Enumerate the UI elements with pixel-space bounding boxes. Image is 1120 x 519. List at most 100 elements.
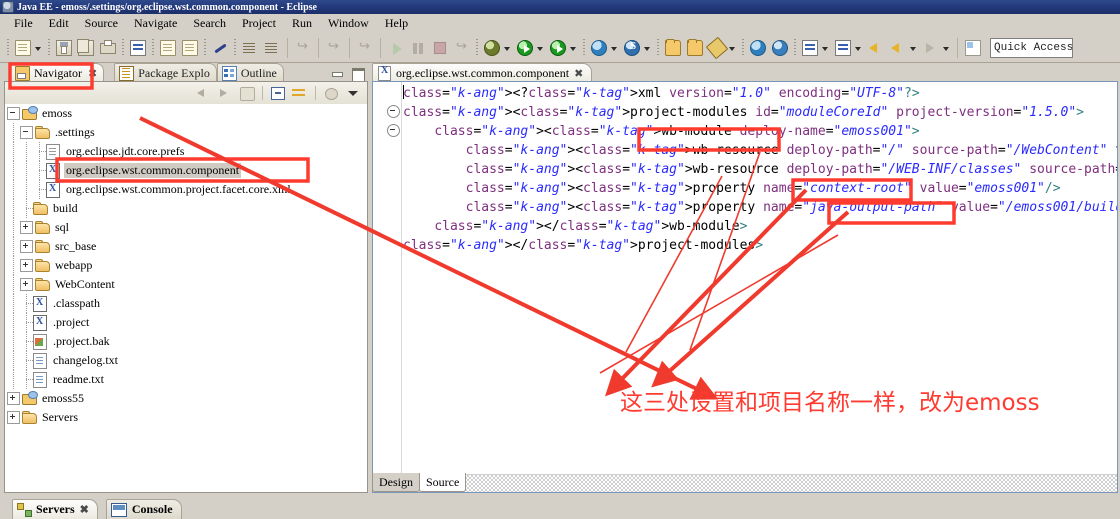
maximize-icon[interactable]	[350, 67, 365, 82]
scroll-track[interactable]	[407, 475, 1117, 492]
skip-breakpoints-icon[interactable]	[210, 38, 230, 58]
menu-item-edit[interactable]: Edit	[41, 15, 77, 32]
toolbar-drag-handle-3[interactable]	[122, 39, 124, 57]
new-server-dropdown-icon[interactable]	[643, 38, 652, 58]
tree-item-org-eclipse-jdt-core-prefs[interactable]: org.eclipse.jdt.core.prefs	[5, 142, 367, 161]
run-as-server-dropdown-icon[interactable]	[569, 38, 578, 58]
export-icon[interactable]	[833, 38, 853, 58]
tree-item-build[interactable]: build	[5, 199, 367, 218]
fold-collapse-icon-2[interactable]	[387, 124, 400, 137]
menu-item-window[interactable]: Window	[320, 15, 377, 32]
tab-outline[interactable]: Outline	[216, 63, 284, 82]
expand-icon[interactable]	[20, 278, 33, 291]
expand-icon[interactable]	[20, 259, 33, 272]
menu-item-file[interactable]: File	[6, 15, 41, 32]
print-icon[interactable]	[98, 38, 118, 58]
tree-item-emoss[interactable]: emoss	[5, 104, 367, 123]
menu-item-navigate[interactable]: Navigate	[126, 15, 185, 32]
export-dropdown-icon[interactable]	[854, 38, 863, 58]
tree-item-changelog-txt[interactable]: changelog.txt	[5, 351, 367, 370]
tab-editor-component[interactable]: org.eclipse.wst.common.component ✖	[372, 63, 593, 82]
collapse-icon[interactable]	[20, 126, 33, 139]
new-wizard-dropdown-icon[interactable]	[34, 38, 43, 58]
save-all-icon[interactable]	[76, 38, 96, 58]
up-icon[interactable]	[237, 84, 257, 102]
new-server-icon[interactable]	[622, 38, 642, 58]
expand-icon[interactable]	[20, 221, 33, 234]
toolbar-drag-handle-6[interactable]	[234, 39, 236, 57]
forward-icon[interactable]	[888, 38, 908, 58]
link-with-editor-icon[interactable]	[290, 84, 310, 102]
fold-collapse-icon[interactable]	[387, 105, 400, 118]
tab-source[interactable]: Source	[419, 473, 467, 492]
tab-package-explorer[interactable]: Package Explo	[114, 63, 217, 82]
tree-item-org-eclipse-wst-common-project-facet-core-xml[interactable]: org.eclipse.wst.common.project.facet.cor…	[5, 180, 367, 199]
editor-gutter[interactable]	[373, 82, 402, 474]
navigator-tree[interactable]: emoss .settings org.eclipse.jdt.core.prefs…	[5, 104, 367, 492]
toolbar-drag-handle-4[interactable]	[152, 39, 154, 57]
import-icon[interactable]	[800, 38, 820, 58]
menu-item-run[interactable]: Run	[284, 15, 320, 32]
toolbar-drag-handle[interactable]	[7, 39, 9, 57]
toolbar-drag-handle-10[interactable]	[742, 39, 744, 57]
open-web-browser-icon[interactable]	[589, 38, 609, 58]
next-annotation-icon[interactable]	[240, 38, 260, 58]
pencil-dropdown-icon[interactable]	[728, 38, 737, 58]
toolbar-drag-handle-11[interactable]	[794, 39, 796, 57]
expand-icon[interactable]	[7, 392, 20, 405]
minimize-icon[interactable]	[330, 67, 344, 80]
view-menu-icon[interactable]	[343, 84, 363, 102]
tab-design[interactable]: Design	[372, 473, 420, 492]
menu-item-source[interactable]: Source	[77, 15, 126, 32]
previous-annotation-icon[interactable]	[262, 38, 282, 58]
open-perspective-icon[interactable]	[963, 38, 983, 58]
tree-item-webcontent[interactable]: WebContent	[5, 275, 367, 294]
close-icon[interactable]: ✖	[80, 503, 89, 516]
toolbar-drag-handle-8[interactable]	[583, 39, 585, 57]
editor-horizontal-scrollbar[interactable]	[373, 474, 1117, 492]
menu-item-help[interactable]: Help	[377, 15, 416, 32]
debug-icon[interactable]	[482, 38, 502, 58]
open-type-icon[interactable]	[663, 38, 683, 58]
toolbar-drag-handle-2[interactable]	[48, 39, 50, 57]
back-icon[interactable]	[193, 84, 213, 102]
view-menu-gear-icon[interactable]	[321, 84, 341, 102]
debug-dropdown-icon[interactable]	[503, 38, 512, 58]
tree-item--project-bak[interactable]: .project.bak	[5, 332, 367, 351]
tree-item-src-base[interactable]: src_base	[5, 237, 367, 256]
tree-item-servers[interactable]: Servers	[5, 408, 367, 427]
run-dropdown-icon[interactable]	[536, 38, 545, 58]
search-icon[interactable]	[748, 38, 768, 58]
tree-item-org-eclipse-wst-common-component[interactable]: org.eclipse.wst.common.component	[5, 161, 367, 180]
new-jsp-icon[interactable]	[128, 38, 148, 58]
menu-item-search[interactable]: Search	[185, 15, 234, 32]
tree-item-emoss55[interactable]: emoss55	[5, 389, 367, 408]
menu-item-project[interactable]: Project	[234, 15, 284, 32]
close-icon[interactable]: ✖	[574, 67, 583, 80]
collapse-all-icon[interactable]	[268, 84, 288, 102]
toolbar-drag-handle-5[interactable]	[204, 39, 206, 57]
save-icon[interactable]	[54, 38, 74, 58]
expand-icon[interactable]	[20, 240, 33, 253]
tree-item-webapp[interactable]: webapp	[5, 256, 367, 275]
run-icon[interactable]	[515, 38, 535, 58]
tab-navigator[interactable]: Navigator ✖	[10, 63, 105, 82]
back-icon[interactable]	[866, 38, 886, 58]
forward-icon[interactable]	[215, 84, 235, 102]
toolbar-drag-handle-7[interactable]	[476, 39, 478, 57]
forward-dropdown-icon[interactable]	[909, 38, 918, 58]
tree-item--classpath[interactable]: .classpath	[5, 294, 367, 313]
open-task-icon[interactable]	[685, 38, 705, 58]
collapse-icon[interactable]	[7, 107, 20, 120]
quick-access-input[interactable]: Quick Access	[990, 38, 1073, 58]
tree-item-sql[interactable]: sql	[5, 218, 367, 237]
new-wizard-icon[interactable]	[13, 38, 33, 58]
close-icon[interactable]: ✖	[88, 67, 97, 80]
new-xml-icon[interactable]	[158, 38, 178, 58]
tree-item--project[interactable]: .project	[5, 313, 367, 332]
tab-console[interactable]: Console	[105, 499, 182, 519]
tree-item-readme-txt[interactable]: readme.txt	[5, 370, 367, 389]
open-web-browser-dropdown-icon[interactable]	[610, 38, 619, 58]
import-dropdown-icon[interactable]	[821, 38, 830, 58]
expand-icon[interactable]	[7, 411, 20, 424]
